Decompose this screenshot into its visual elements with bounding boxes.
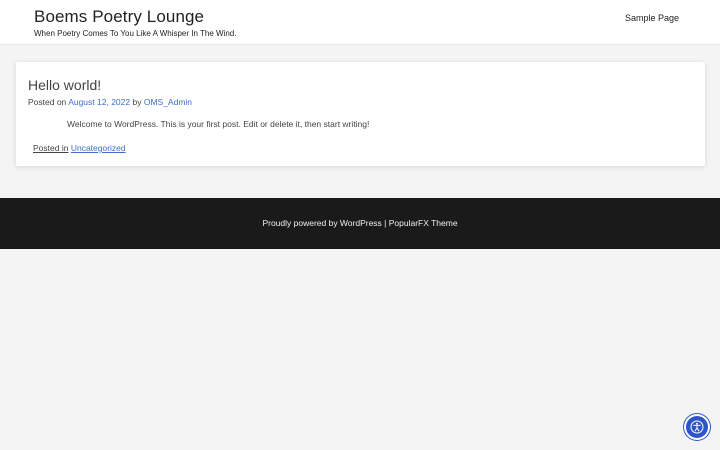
post-date-link[interactable]: August 12, 2022 (68, 97, 130, 107)
footer-credit: Proudly powered by WordPress | PopularFX… (262, 218, 458, 228)
post-card: Hello world! Posted on August 12, 2022 b… (16, 62, 705, 166)
accessibility-icon (690, 420, 704, 434)
post-categories: Posted in Uncategorized (33, 143, 126, 153)
post-meta: Posted on August 12, 2022 by OMS_Admin (28, 97, 192, 107)
post-meta-prefix: Posted on (28, 97, 67, 107)
nav-item-sample-page[interactable]: Sample Page (625, 13, 679, 23)
site-footer: Proudly powered by WordPress | PopularFX… (0, 198, 720, 249)
site-header: Boems Poetry Lounge When Poetry Comes To… (0, 0, 720, 45)
post-title[interactable]: Hello world! (28, 77, 101, 93)
site-title[interactable]: Boems Poetry Lounge (34, 7, 204, 27)
post-content: Welcome to WordPress. This is your first… (67, 119, 370, 129)
site-tagline: When Poetry Comes To You Like A Whisper … (34, 29, 237, 38)
category-link[interactable]: Uncategorized (71, 143, 126, 153)
posted-in-label: Posted in (33, 143, 69, 153)
post-author-link[interactable]: OMS_Admin (144, 97, 192, 107)
post-meta-by: by (132, 97, 142, 107)
accessibility-button[interactable] (686, 416, 708, 438)
